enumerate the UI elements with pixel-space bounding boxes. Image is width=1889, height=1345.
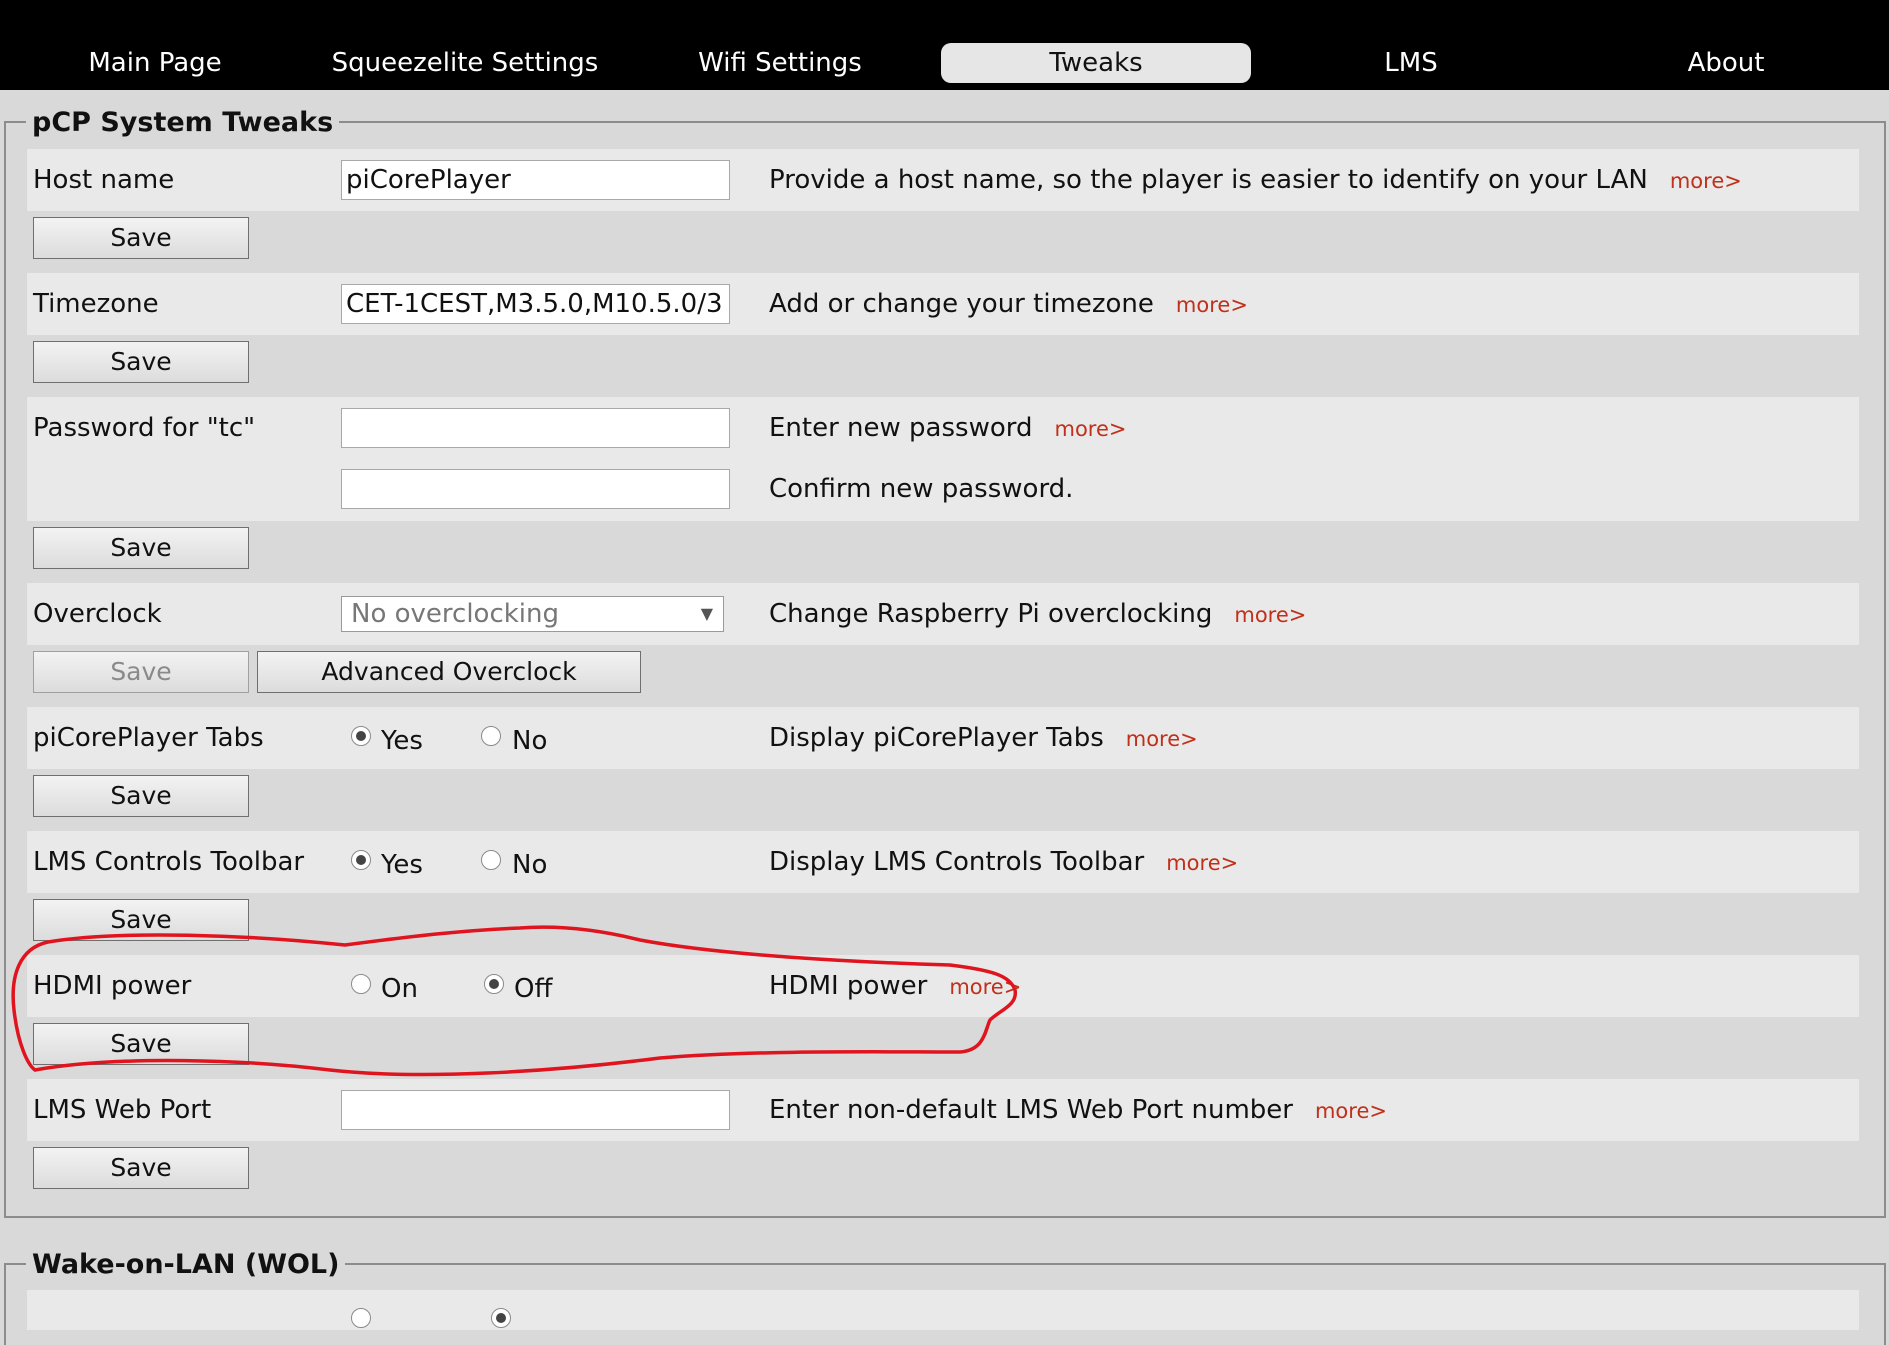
hostname-more-link[interactable]: more> xyxy=(1670,169,1742,193)
password-more-link[interactable]: more> xyxy=(1055,417,1127,441)
hostname-help-text: Provide a host name, so the player is ea… xyxy=(769,165,1648,195)
password-input[interactable] xyxy=(341,408,730,448)
password-save-button[interactable]: Save xyxy=(33,527,249,569)
tab-lms[interactable]: LMS xyxy=(1256,43,1566,83)
wol-no-radio[interactable] xyxy=(491,1308,511,1328)
lms-toolbar-help-text: Display LMS Controls Toolbar xyxy=(769,847,1145,877)
overclock-more-link[interactable]: more> xyxy=(1234,603,1306,627)
timezone-help-text: Add or change your timezone xyxy=(769,289,1154,319)
hdmi-on-radio[interactable] xyxy=(351,974,371,994)
advanced-overclock-button[interactable]: Advanced Overclock xyxy=(257,651,641,693)
lms-web-port-input[interactable] xyxy=(341,1090,730,1130)
wol-legend: Wake-on-LAN (WOL) xyxy=(26,1245,346,1285)
timezone-input[interactable]: CET-1CEST,M3.5.0,M10.5.0/3 xyxy=(341,284,730,324)
pcp-tabs-help-text: Display piCorePlayer Tabs xyxy=(769,723,1104,753)
hostname-input[interactable]: piCorePlayer xyxy=(341,160,730,200)
lms-toolbar-no-label: No xyxy=(512,850,548,880)
pcp-tabs-yes-label: Yes xyxy=(381,726,423,756)
lms-web-port-more-link[interactable]: more> xyxy=(1315,1099,1387,1123)
hdmi-power-save-button[interactable]: Save xyxy=(33,1023,249,1065)
overclock-save-button[interactable]: Save xyxy=(33,651,249,693)
dropdown-arrow-icon: ▼ xyxy=(700,604,713,623)
lms-toolbar-yes-radio[interactable] xyxy=(351,850,371,870)
pcp-tabs-no-label: No xyxy=(512,726,548,756)
hostname-save-button[interactable]: Save xyxy=(33,217,249,259)
hdmi-off-radio[interactable] xyxy=(484,974,504,994)
lms-web-port-save-button[interactable]: Save xyxy=(33,1147,249,1189)
pcp-tabs-yes-radio[interactable] xyxy=(351,726,371,746)
password-confirm-help: Confirm new password. xyxy=(769,474,1074,504)
lms-toolbar-more-link[interactable]: more> xyxy=(1166,851,1238,875)
tab-tweaks[interactable]: Tweaks xyxy=(941,43,1251,83)
wol-row xyxy=(27,1290,1859,1330)
hdmi-power-help: HDMI power more> xyxy=(769,966,1021,1007)
hdmi-power-help-text: HDMI power xyxy=(769,971,928,1001)
overclock-help-text: Change Raspberry Pi overclocking xyxy=(769,599,1213,629)
top-nav: Main Page Squeezelite Settings Wifi Sett… xyxy=(0,0,1889,90)
overclock-label: Overclock xyxy=(33,599,162,629)
password-help-text: Enter new password xyxy=(769,413,1033,443)
overclock-select[interactable]: No overclocking ▼ xyxy=(341,596,724,632)
hdmi-power-label: HDMI power xyxy=(33,971,192,1001)
overclock-selected-value: No overclocking xyxy=(351,599,560,629)
password-label: Password for "tc" xyxy=(33,413,256,443)
lms-toolbar-label: LMS Controls Toolbar xyxy=(33,847,305,877)
hdmi-power-more-link[interactable]: more> xyxy=(949,975,1021,999)
lms-toolbar-help: Display LMS Controls Toolbar more> xyxy=(769,842,1238,883)
tab-about[interactable]: About xyxy=(1571,43,1881,83)
timezone-more-link[interactable]: more> xyxy=(1176,293,1248,317)
hdmi-on-label: On xyxy=(381,974,418,1004)
pcp-tabs-label: piCorePlayer Tabs xyxy=(33,723,264,753)
password-help: Enter new password more> xyxy=(769,408,1127,449)
pcp-tabs-more-link[interactable]: more> xyxy=(1126,727,1198,751)
pcp-tabs-help: Display piCorePlayer Tabs more> xyxy=(769,718,1198,759)
pcp-tabs-save-button[interactable]: Save xyxy=(33,775,249,817)
lms-web-port-help-text: Enter non-default LMS Web Port number xyxy=(769,1095,1293,1125)
lms-web-port-label: LMS Web Port xyxy=(33,1095,212,1125)
hdmi-off-label: Off xyxy=(514,974,553,1004)
hostname-help: Provide a host name, so the player is ea… xyxy=(769,160,1742,201)
timezone-label: Timezone xyxy=(33,289,159,319)
timezone-help: Add or change your timezone more> xyxy=(769,284,1248,325)
lms-web-port-help: Enter non-default LMS Web Port number mor… xyxy=(769,1090,1387,1131)
overclock-help: Change Raspberry Pi overclocking more> xyxy=(769,594,1306,635)
lms-toolbar-save-button[interactable]: Save xyxy=(33,899,249,941)
system-tweaks-legend: pCP System Tweaks xyxy=(26,103,340,143)
hostname-label: Host name xyxy=(33,165,175,195)
timezone-save-button[interactable]: Save xyxy=(33,341,249,383)
tab-main-page[interactable]: Main Page xyxy=(0,43,310,83)
lms-toolbar-no-radio[interactable] xyxy=(481,850,501,870)
tab-wifi-settings[interactable]: Wifi Settings xyxy=(625,43,935,83)
lms-toolbar-yes-label: Yes xyxy=(381,850,423,880)
tab-squeezelite-settings[interactable]: Squeezelite Settings xyxy=(310,43,620,83)
pcp-tabs-no-radio[interactable] xyxy=(481,726,501,746)
wol-yes-radio[interactable] xyxy=(351,1308,371,1328)
password-confirm-input[interactable] xyxy=(341,469,730,509)
